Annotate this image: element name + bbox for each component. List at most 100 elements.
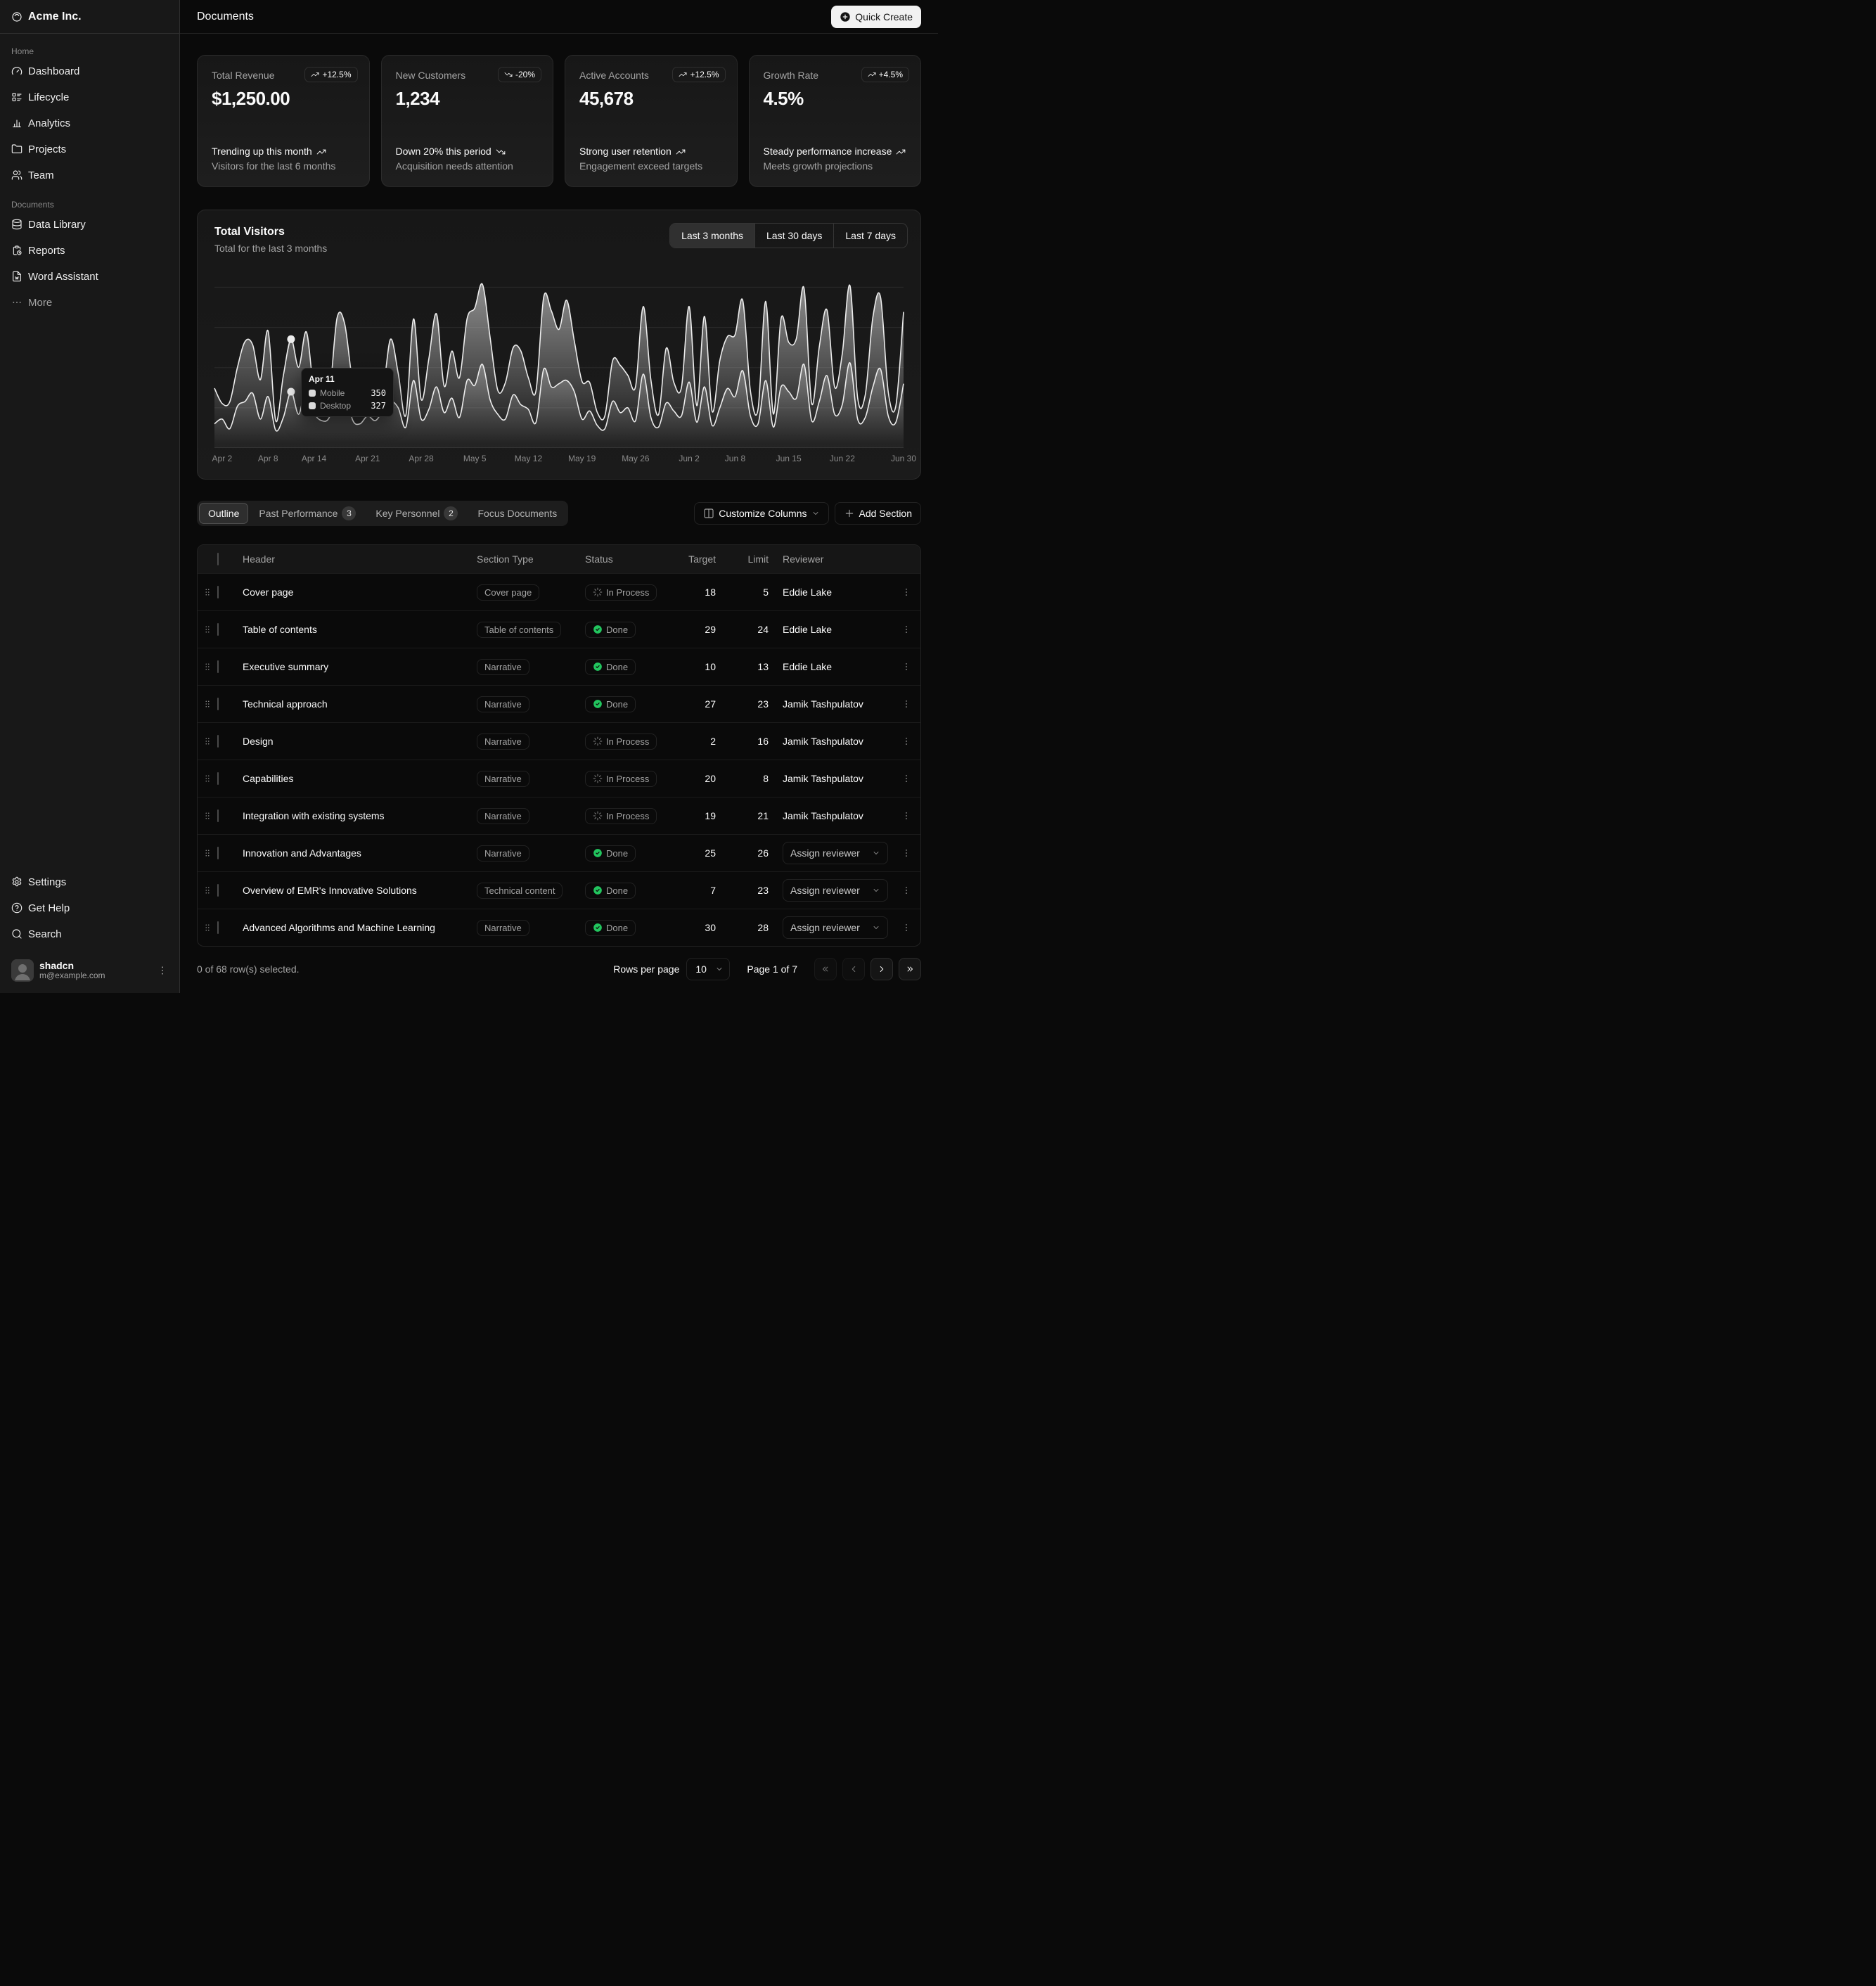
quick-create-button[interactable]: Quick Create [831, 6, 921, 28]
row-header[interactable]: Overview of EMR's Innovative Solutions [243, 885, 477, 896]
row-menu-icon[interactable] [892, 662, 920, 672]
row-target[interactable]: 18 [676, 587, 719, 598]
add-section-button[interactable]: Add Section [835, 502, 922, 525]
row-checkbox[interactable] [217, 698, 219, 710]
assign-reviewer-select[interactable]: Assign reviewer [783, 916, 888, 939]
row-limit[interactable]: 24 [719, 624, 771, 635]
sidebar-item-search[interactable]: Search [6, 923, 174, 944]
row-limit[interactable]: 28 [719, 922, 771, 933]
select-all-checkbox[interactable] [217, 553, 219, 565]
drag-handle-icon[interactable] [198, 885, 217, 895]
row-checkbox[interactable] [217, 921, 219, 934]
row-checkbox[interactable] [217, 884, 219, 897]
tab-focus-documents[interactable]: Focus Documents [468, 503, 566, 524]
check-circle-icon [593, 699, 603, 709]
page-chevron-left-button[interactable] [842, 958, 865, 980]
tab-past-performance[interactable]: Past Performance3 [250, 503, 365, 524]
row-menu-icon[interactable] [892, 811, 920, 821]
rows-per-page-select[interactable]: 10 [686, 958, 730, 980]
row-target[interactable]: 10 [676, 661, 719, 672]
tooltip-row: Desktop327 [309, 401, 386, 411]
drag-handle-icon[interactable] [198, 662, 217, 672]
drag-handle-icon[interactable] [198, 848, 217, 858]
area-chart[interactable]: Apr 11 Mobile350Desktop327 [214, 279, 904, 448]
row-target[interactable]: 19 [676, 810, 719, 821]
range-option-last-3-months[interactable]: Last 3 months [670, 224, 754, 248]
tab-outline[interactable]: Outline [199, 503, 248, 524]
row-menu-icon[interactable] [892, 923, 920, 933]
row-checkbox[interactable] [217, 809, 219, 822]
assign-reviewer-select[interactable]: Assign reviewer [783, 879, 888, 902]
circle-plus-icon [840, 11, 851, 23]
col-reviewer: Reviewer [771, 553, 892, 565]
row-menu-icon[interactable] [892, 885, 920, 895]
page-chevrons-right-button[interactable] [899, 958, 921, 980]
sidebar-item-more[interactable]: More [6, 292, 174, 313]
row-menu-icon[interactable] [892, 624, 920, 634]
row-checkbox[interactable] [217, 772, 219, 785]
row-limit[interactable]: 21 [719, 810, 771, 821]
sidebar-brand[interactable]: Acme Inc. [0, 0, 179, 34]
sidebar-user[interactable]: shadcn m@example.com [6, 954, 174, 987]
row-header[interactable]: Design [243, 736, 477, 747]
range-option-last-7-days[interactable]: Last 7 days [833, 224, 907, 248]
sidebar-item-lifecycle[interactable]: Lifecycle [6, 87, 174, 108]
row-target[interactable]: 2 [676, 736, 719, 747]
sidebar-item-team[interactable]: Team [6, 165, 174, 186]
tab-key-personnel[interactable]: Key Personnel2 [366, 503, 467, 524]
row-limit[interactable]: 23 [719, 885, 771, 896]
row-target[interactable]: 25 [676, 847, 719, 859]
row-header[interactable]: Executive summary [243, 661, 477, 672]
sidebar-item-reports[interactable]: Reports [6, 240, 174, 261]
row-limit[interactable]: 16 [719, 736, 771, 747]
page-chevron-right-button[interactable] [870, 958, 893, 980]
row-header[interactable]: Capabilities [243, 773, 477, 784]
drag-handle-icon[interactable] [198, 774, 217, 783]
row-checkbox[interactable] [217, 623, 219, 636]
sidebar-item-data-library[interactable]: Data Library [6, 214, 174, 235]
row-header[interactable]: Cover page [243, 587, 477, 598]
row-header[interactable]: Innovation and Advantages [243, 847, 477, 859]
row-limit[interactable]: 23 [719, 698, 771, 710]
sidebar-item-projects[interactable]: Projects [6, 139, 174, 160]
row-menu-icon[interactable] [892, 774, 920, 783]
customize-columns-button[interactable]: Customize Columns [694, 502, 828, 525]
row-limit[interactable]: 26 [719, 847, 771, 859]
row-header[interactable]: Integration with existing systems [243, 810, 477, 821]
row-header[interactable]: Advanced Algorithms and Machine Learning [243, 922, 477, 933]
row-menu-icon[interactable] [892, 587, 920, 597]
sidebar-item-dashboard[interactable]: Dashboard [6, 60, 174, 82]
drag-handle-icon[interactable] [198, 923, 217, 933]
drag-handle-icon[interactable] [198, 699, 217, 709]
sidebar-item-word-assistant[interactable]: Word Assistant [6, 266, 174, 287]
drag-handle-icon[interactable] [198, 811, 217, 821]
row-menu-icon[interactable] [892, 848, 920, 858]
row-menu-icon[interactable] [892, 736, 920, 746]
user-menu-icon[interactable] [157, 965, 168, 976]
row-limit[interactable]: 13 [719, 661, 771, 672]
row-target[interactable]: 27 [676, 698, 719, 710]
row-checkbox[interactable] [217, 586, 219, 598]
row-target[interactable]: 7 [676, 885, 719, 896]
row-checkbox[interactable] [217, 660, 219, 673]
row-target[interactable]: 29 [676, 624, 719, 635]
assign-reviewer-select[interactable]: Assign reviewer [783, 842, 888, 864]
page-chevrons-left-button[interactable] [814, 958, 837, 980]
sidebar-item-analytics[interactable]: Analytics [6, 113, 174, 134]
drag-handle-icon[interactable] [198, 587, 217, 597]
row-limit[interactable]: 5 [719, 587, 771, 598]
drag-handle-icon[interactable] [198, 736, 217, 746]
sidebar-item-settings[interactable]: Settings [6, 871, 174, 892]
row-checkbox[interactable] [217, 735, 219, 748]
row-checkbox[interactable] [217, 847, 219, 859]
row-header[interactable]: Technical approach [243, 698, 477, 710]
row-menu-icon[interactable] [892, 699, 920, 709]
row-header[interactable]: Table of contents [243, 624, 477, 635]
row-target[interactable]: 20 [676, 773, 719, 784]
sidebar-item-get-help[interactable]: Get Help [6, 897, 174, 918]
status-badge: Done [585, 920, 636, 936]
drag-handle-icon[interactable] [198, 624, 217, 634]
row-target[interactable]: 30 [676, 922, 719, 933]
range-option-last-30-days[interactable]: Last 30 days [754, 224, 833, 248]
row-limit[interactable]: 8 [719, 773, 771, 784]
